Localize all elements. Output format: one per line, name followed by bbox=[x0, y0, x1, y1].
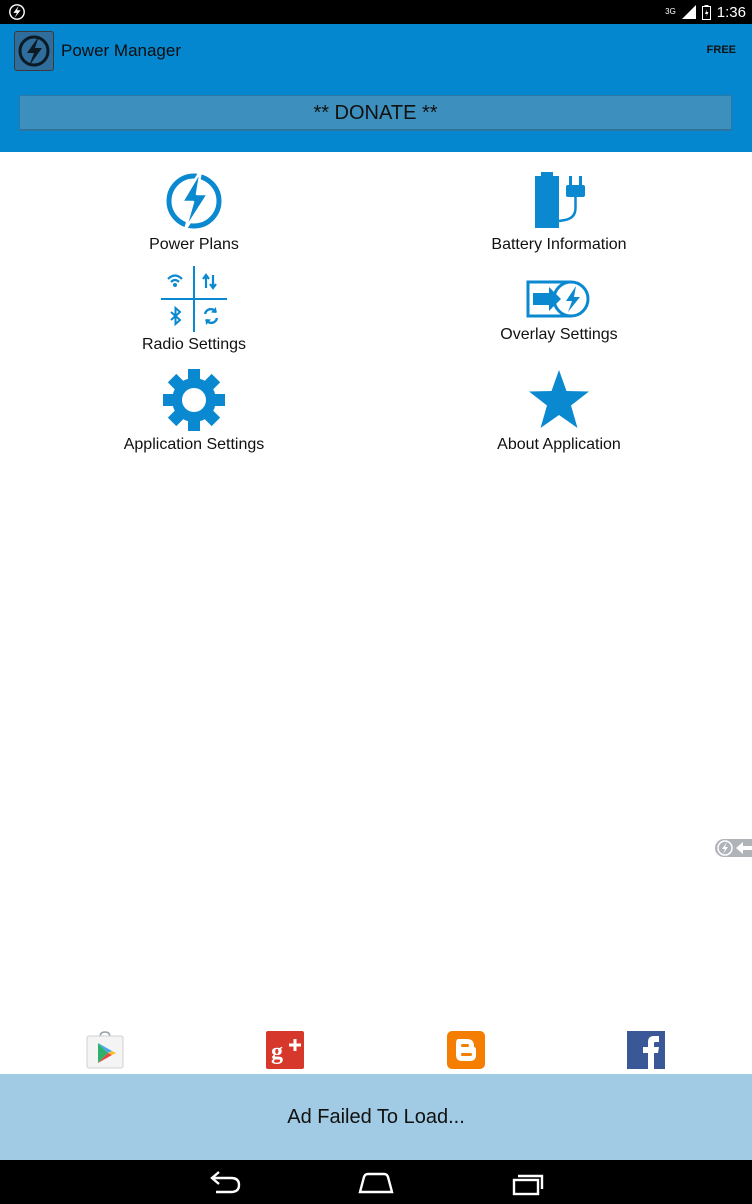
menu-item-label: Overlay Settings bbox=[500, 326, 618, 343]
google-play-icon[interactable] bbox=[86, 1031, 124, 1069]
facebook-icon[interactable] bbox=[627, 1031, 665, 1069]
menu-item-about-application[interactable]: About Application bbox=[409, 368, 709, 454]
app-title: Power Manager bbox=[61, 41, 182, 60]
home-icon[interactable] bbox=[356, 1168, 396, 1196]
app-logo-icon[interactable] bbox=[14, 31, 54, 71]
menu-item-label: Radio Settings bbox=[141, 336, 247, 353]
menu-item-power-plans[interactable]: Power Plans bbox=[44, 168, 344, 254]
clock: 1:36 bbox=[716, 3, 746, 21]
battery-icon bbox=[701, 4, 711, 20]
overlay-arrow-icon bbox=[526, 280, 590, 318]
svg-text:g: g bbox=[271, 1039, 283, 1065]
menu-item-application-settings[interactable]: Application Settings bbox=[44, 368, 344, 454]
menu-item-label: Application Settings bbox=[123, 436, 265, 453]
network-type: 3G bbox=[665, 7, 676, 16]
menu-item-overlay-settings[interactable]: Overlay Settings bbox=[409, 278, 709, 344]
app-bar: Power Manager FREE ** DONATE ** bbox=[0, 24, 752, 152]
gear-icon bbox=[163, 369, 225, 431]
google-plus-icon[interactable]: g bbox=[266, 1031, 304, 1069]
menu-item-battery-information[interactable]: Battery Information bbox=[409, 168, 709, 254]
donate-button[interactable]: ** DONATE ** bbox=[19, 95, 732, 131]
power-bolt-icon bbox=[166, 168, 222, 232]
blogger-icon[interactable] bbox=[447, 1031, 485, 1069]
free-badge: FREE bbox=[706, 44, 736, 56]
power-notification-icon bbox=[9, 4, 25, 20]
battery-plug-icon bbox=[535, 172, 585, 228]
menu-item-label: Battery Information bbox=[491, 236, 627, 253]
status-bar: 3G 1:36 bbox=[0, 0, 752, 24]
ad-banner[interactable]: Ad Failed To Load... bbox=[0, 1074, 752, 1160]
back-icon[interactable] bbox=[204, 1168, 244, 1196]
status-right: 3G 1:36 bbox=[665, 2, 746, 22]
signal-icon bbox=[681, 5, 696, 19]
menu-item-radio-settings[interactable]: Radio Settings bbox=[44, 266, 344, 354]
recent-apps-icon[interactable] bbox=[508, 1168, 548, 1196]
overlay-edge-handle[interactable] bbox=[714, 838, 752, 858]
radio-grid-icon bbox=[161, 266, 227, 332]
star-icon bbox=[529, 370, 589, 428]
menu-item-label: Power Plans bbox=[149, 236, 239, 253]
menu-item-label: About Application bbox=[497, 436, 621, 453]
navigation-bar bbox=[0, 1160, 752, 1204]
